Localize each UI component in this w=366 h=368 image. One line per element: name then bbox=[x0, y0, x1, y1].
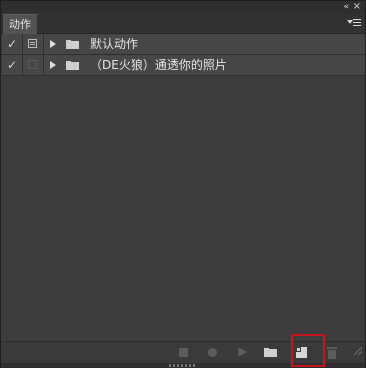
action-set-label: 默认动作 bbox=[90, 37, 139, 51]
action-list-empty-area bbox=[2, 76, 365, 341]
new-set-icon bbox=[264, 348, 277, 357]
panel-menu-icon[interactable] bbox=[347, 17, 361, 29]
checkmark-icon: ✓ bbox=[6, 37, 18, 51]
collapse-icon[interactable]: « bbox=[343, 2, 348, 12]
tab-actions[interactable]: 动作 bbox=[3, 14, 37, 34]
dialog-toggle-empty-icon bbox=[28, 60, 37, 69]
folder-icon bbox=[66, 40, 79, 49]
highlight-annotation bbox=[291, 334, 325, 367]
expand-triangle-icon[interactable] bbox=[50, 61, 56, 69]
action-set-row[interactable]: ✓ 默认动作 bbox=[2, 34, 365, 55]
action-list: ✓ 默认动作 ✓ （DE火狼）通透你的照片 bbox=[2, 34, 365, 76]
record-button[interactable] bbox=[200, 342, 226, 363]
action-set-label: （DE火狼）通透你的照片 bbox=[90, 58, 227, 72]
panel-header-strip: « × bbox=[1, 1, 365, 13]
resize-grip-icon[interactable] bbox=[354, 347, 362, 355]
record-icon bbox=[208, 348, 217, 357]
play-button[interactable] bbox=[229, 342, 255, 363]
action-set-row[interactable]: ✓ （DE火狼）通透你的照片 bbox=[2, 55, 365, 76]
actions-panel: « × 动作 ✓ 默认动作 ✓ （DE火狼）通透你的照片 bbox=[0, 0, 366, 368]
toggle-item-checkbox[interactable]: ✓ bbox=[2, 34, 23, 54]
dialog-toggle-cell[interactable] bbox=[23, 34, 44, 54]
trash-icon bbox=[327, 347, 337, 359]
close-icon[interactable]: × bbox=[353, 1, 361, 12]
expand-triangle-icon[interactable] bbox=[50, 40, 56, 48]
checkmark-icon: ✓ bbox=[6, 58, 18, 72]
toggle-item-checkbox[interactable]: ✓ bbox=[2, 55, 23, 75]
folder-icon bbox=[66, 61, 79, 70]
tab-bar: 动作 bbox=[1, 13, 365, 34]
grip-dots-icon bbox=[169, 364, 197, 367]
dialog-toggle-cell[interactable] bbox=[23, 55, 44, 75]
play-icon bbox=[238, 347, 247, 357]
stop-button[interactable] bbox=[171, 342, 197, 363]
new-set-button[interactable] bbox=[258, 342, 284, 363]
dialog-toggle-icon bbox=[28, 39, 37, 48]
stop-icon bbox=[179, 348, 188, 357]
